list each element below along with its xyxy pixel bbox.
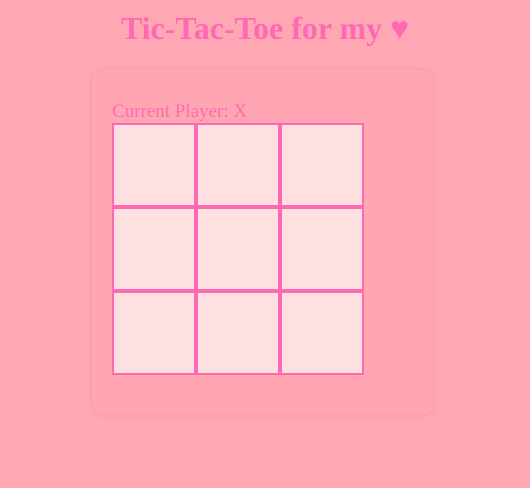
board-cell-r3-c1[interactable]: [112, 291, 196, 375]
board-cell-r1-c1[interactable]: [112, 123, 196, 207]
game-panel: Current Player: X: [92, 70, 433, 415]
current-player-status: Current Player: X: [112, 101, 248, 122]
board-cell-r2-c2[interactable]: [196, 207, 280, 291]
board-cell-r3-c2[interactable]: [196, 291, 280, 375]
board-cell-r1-c3[interactable]: [280, 123, 364, 207]
game-board: [112, 123, 365, 375]
board-cell-r3-c3[interactable]: [280, 291, 364, 375]
board-cell-r2-c1[interactable]: [112, 207, 196, 291]
page-title-text: Tic-Tac-Toe for my: [120, 10, 383, 46]
page-title: Tic-Tac-Toe for my ♥: [0, 8, 530, 48]
board-cell-r2-c3[interactable]: [280, 207, 364, 291]
board-cell-r1-c2[interactable]: [196, 123, 280, 207]
heart-icon: ♥: [390, 10, 410, 46]
